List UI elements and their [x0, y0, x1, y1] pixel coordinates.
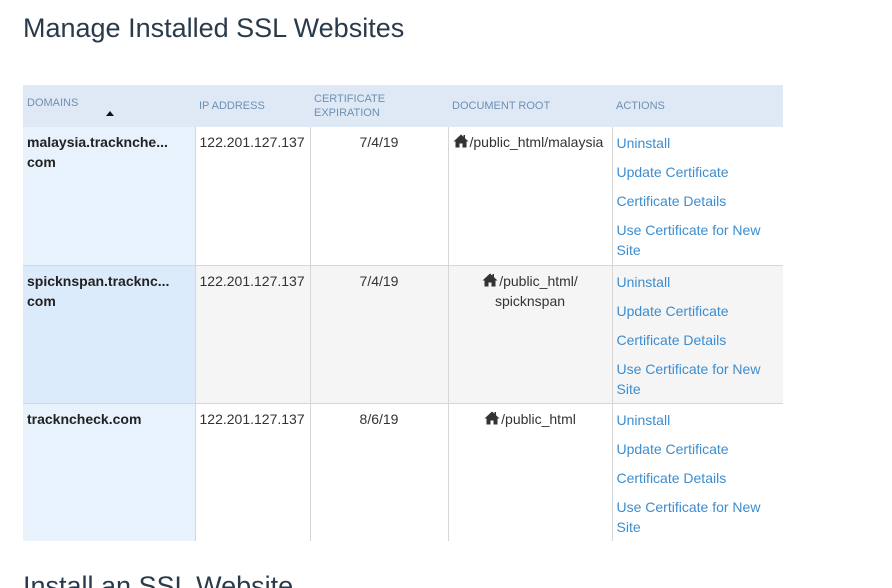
domain-cell: spicknspan.tracknc... com: [23, 264, 195, 403]
use-certificate-for-new-site-link[interactable]: Use Certificate for New Site: [617, 497, 780, 537]
column-header-certificate-expiration[interactable]: Certificate Expiration: [310, 85, 448, 127]
home-icon: [484, 411, 500, 424]
certificate-details-link[interactable]: Certificate Details: [617, 191, 780, 211]
domain-name-line1: trackncheck.com: [27, 410, 142, 427]
domain-cell: malaysia.tracknche... com: [23, 127, 195, 265]
document-root-path: /public_html/: [499, 272, 578, 289]
uninstall-link[interactable]: Uninstall: [617, 272, 780, 292]
update-certificate-link[interactable]: Update Certificate: [617, 301, 780, 321]
domain-cell: trackncheck.com: [23, 402, 195, 541]
use-certificate-for-new-site-link[interactable]: Use Certificate for New Site: [617, 359, 780, 399]
document-root-cell: /public_html/ spicknspan: [447, 264, 612, 403]
update-certificate-link[interactable]: Update Certificate: [617, 162, 780, 182]
certificate-details-link[interactable]: Certificate Details: [617, 468, 780, 488]
ip-address-cell: 122.201.127.137: [194, 127, 310, 265]
document-root-path: /public_html: [501, 410, 576, 427]
actions-cell: Uninstall Update Certificate Certificate…: [611, 127, 783, 265]
ip-address-cell: 122.201.127.137: [194, 264, 310, 403]
ssl-websites-table: Domains IP Address Certificate Expiratio…: [23, 85, 783, 541]
domain-name-line1: spicknspan.tracknc...: [27, 272, 170, 289]
domain-name-line1: malaysia.tracknche...: [27, 134, 168, 150]
use-certificate-line2: Site: [616, 242, 641, 258]
expiration-cell: 7/4/19: [309, 127, 448, 265]
actions-cell: Uninstall Update Certificate Certificate…: [611, 264, 783, 403]
column-header-document-root[interactable]: Document Root: [448, 85, 612, 127]
use-certificate-line2: Site: [616, 380, 641, 397]
domain-name-line2: com: [27, 292, 56, 309]
ip-address-cell: 122.201.127.137: [194, 402, 310, 541]
uninstall-link[interactable]: Uninstall: [617, 133, 780, 153]
expiration-cell: 7/4/19: [309, 264, 448, 403]
table-row: trackncheck.com 122.201.127.137 8/6/19 /…: [23, 402, 783, 541]
home-icon: [482, 273, 498, 286]
column-header-ip-address[interactable]: IP Address: [195, 85, 310, 127]
document-root-cell: /public_html/malaysia: [447, 127, 612, 265]
certificate-details-link[interactable]: Certificate Details: [617, 330, 780, 350]
page-title: Manage Installed SSL Websites: [23, 13, 405, 43]
domain-name-line2: com: [27, 154, 56, 170]
actions-cell: Uninstall Update Certificate Certificate…: [611, 402, 783, 541]
use-certificate-line2: Site: [616, 518, 641, 535]
use-certificate-for-new-site-link[interactable]: Use Certificate for New Site: [617, 220, 780, 260]
install-ssl-section-title: Install an SSL Website: [23, 571, 294, 588]
home-icon: [453, 134, 468, 148]
sort-ascending-icon: [106, 111, 114, 116]
table-row: spicknspan.tracknc... com 122.201.127.13…: [23, 264, 783, 403]
column-header-domains-label: Domains: [27, 97, 79, 109]
table-row: malaysia.tracknche... com 122.201.127.13…: [23, 127, 783, 265]
document-root-path-line2: spicknspan: [494, 292, 566, 309]
update-certificate-link[interactable]: Update Certificate: [617, 439, 780, 459]
column-header-domains[interactable]: Domains: [23, 85, 195, 127]
use-certificate-line1: Use Certificate for New: [616, 498, 761, 515]
use-certificate-line1: Use Certificate for New: [616, 222, 761, 238]
use-certificate-line1: Use Certificate for New: [616, 360, 761, 377]
document-root-path: /public_html/malaysia: [469, 134, 604, 150]
table-header-row: Domains IP Address Certificate Expiratio…: [23, 85, 783, 127]
column-header-actions: Actions: [612, 85, 783, 127]
expiration-cell: 8/6/19: [309, 402, 448, 541]
document-root-cell: /public_html: [447, 402, 612, 541]
uninstall-link[interactable]: Uninstall: [617, 410, 780, 430]
